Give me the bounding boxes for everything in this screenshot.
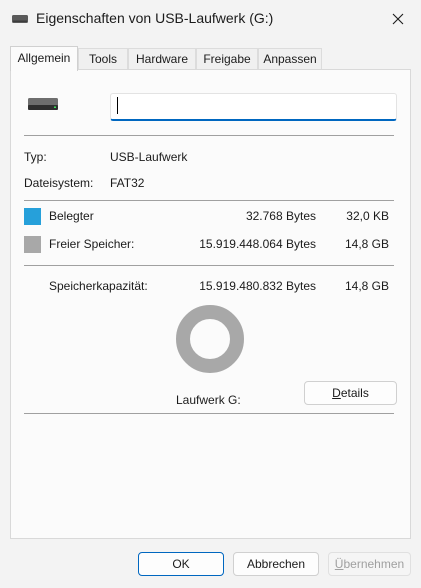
close-icon <box>392 13 404 25</box>
window-title: Eigenschaften von USB-Laufwerk (G:) <box>36 10 274 26</box>
used-space-swatch <box>24 208 41 225</box>
capacity-size: 14,8 GB <box>344 279 389 293</box>
used-space-label: Belegter <box>49 209 94 223</box>
free-space-size: 14,8 GB <box>344 237 389 251</box>
apply-button[interactable]: Übernehmen <box>328 552 411 576</box>
capacity-label: Speicherkapazität: <box>49 279 148 293</box>
tab-tools[interactable]: Tools <box>78 48 128 69</box>
used-space-size: 32,0 KB <box>346 209 389 223</box>
free-space-bytes: 15.919.448.064 Bytes <box>199 237 316 251</box>
tab-allgemein[interactable]: Allgemein <box>10 46 78 71</box>
separator <box>24 200 394 201</box>
type-label: Typ: <box>24 150 47 164</box>
details-button[interactable]: Details <box>304 381 397 405</box>
general-panel: Typ: USB-Laufwerk Dateisystem: FAT32 Bel… <box>10 69 411 539</box>
close-button[interactable] <box>375 0 421 38</box>
separator <box>24 413 394 414</box>
type-value: USB-Laufwerk <box>110 150 188 164</box>
filesystem-label: Dateisystem: <box>24 176 94 190</box>
usb-drive-icon <box>28 98 58 110</box>
drive-name-input[interactable] <box>110 93 397 121</box>
free-space-label: Freier Speicher: <box>49 237 135 251</box>
title-bar: Eigenschaften von USB-Laufwerk (G:) <box>0 0 421 38</box>
cancel-button[interactable]: Abbrechen <box>233 552 319 576</box>
used-space-bytes: 32.768 Bytes <box>245 209 316 223</box>
separator <box>24 135 394 136</box>
tab-freigabe[interactable]: Freigabe <box>196 48 258 69</box>
drive-letter-label: Laufwerk G: <box>176 393 241 407</box>
capacity-bytes: 15.919.480.832 Bytes <box>199 279 316 293</box>
ok-button[interactable]: OK <box>138 552 224 576</box>
separator <box>24 265 394 266</box>
free-space-swatch <box>24 236 41 253</box>
tab-anpassen[interactable]: Anpassen <box>258 48 322 69</box>
usage-donut-chart <box>176 305 244 373</box>
usb-drive-icon <box>12 15 28 23</box>
filesystem-value: FAT32 <box>110 176 145 190</box>
tab-hardware[interactable]: Hardware <box>128 48 196 69</box>
text-caret <box>117 97 118 114</box>
